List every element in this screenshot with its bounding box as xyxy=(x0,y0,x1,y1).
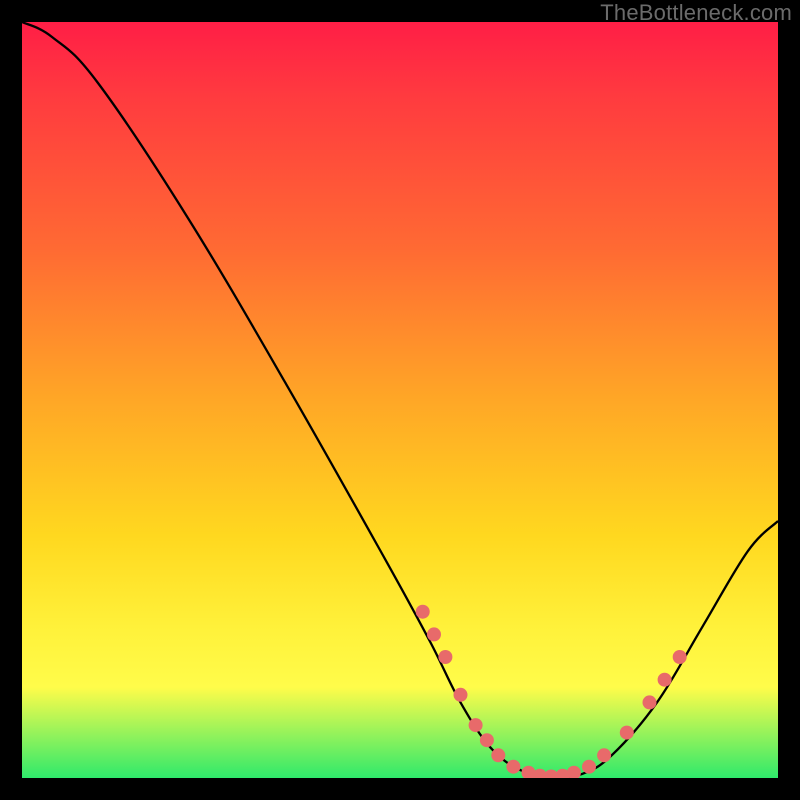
chart-marker xyxy=(438,650,452,664)
chart-marker xyxy=(491,748,505,762)
chart-marker xyxy=(454,688,468,702)
chart-marker xyxy=(620,726,634,740)
chart-marker xyxy=(567,766,581,778)
chart-marker xyxy=(427,627,441,641)
marker-group xyxy=(416,605,687,778)
chart-marker xyxy=(597,748,611,762)
chart-marker xyxy=(658,673,672,687)
chart-frame xyxy=(22,22,778,778)
chart-svg xyxy=(22,22,778,778)
chart-marker xyxy=(506,760,520,774)
chart-marker xyxy=(469,718,483,732)
chart-marker xyxy=(643,695,657,709)
chart-marker xyxy=(673,650,687,664)
chart-marker xyxy=(582,760,596,774)
chart-marker xyxy=(416,605,430,619)
bottleneck-curve xyxy=(22,22,778,778)
chart-marker xyxy=(480,733,494,747)
